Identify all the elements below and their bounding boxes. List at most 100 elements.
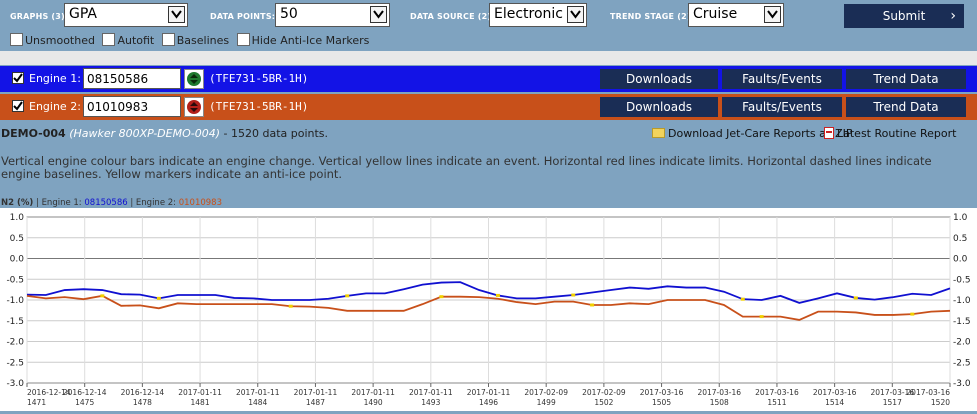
baselines-option[interactable]: Baselines [161, 33, 229, 47]
chart-svg: 1.0 1.0 0.5 0.5 0.0 0.0 -0.5 -0.5 -1.0 -1.0 -1.5 -1… [6, 213, 971, 407]
engine-swap-icon[interactable] [184, 69, 204, 89]
y-tick-label-left: 1.0 [10, 213, 25, 223]
engine-2-model: (TFE731-5BR-1H) [209, 100, 309, 113]
x-tick-date: 2017-01-11 [351, 388, 395, 397]
chart-description: Vertical engine colour bars indicate an … [1, 154, 932, 181]
x-tick-id: 1511 [767, 398, 786, 407]
chevron-down-icon [567, 6, 584, 23]
chevron-down-icon [764, 6, 781, 23]
n2-trend-chart[interactable]: 1.0 1.0 0.5 0.5 0.0 0.0 -0.5 -0.5 -1.0 -1.0 -1.5 -1… [0, 208, 977, 411]
y-tick-label-left: -2.5 [6, 358, 24, 368]
y-tick-label-left: 0.5 [10, 234, 24, 244]
engine-1-downloads-button[interactable]: Downloads [600, 69, 718, 89]
engine-2-serial-input[interactable]: 01010983 [83, 96, 181, 117]
engine-1-checkbox[interactable] [12, 72, 24, 84]
y-tick-label-left: -1.5 [6, 317, 24, 327]
options-row: Unsmoothed Autofit Baselines Hide Anti-I… [10, 33, 373, 47]
x-tick-date: 2017-02-09 [582, 388, 626, 397]
x-tick-id: 1493 [421, 398, 440, 407]
engine-1-trend-button[interactable]: Trend Data [846, 69, 966, 89]
x-tick-id: 1484 [248, 398, 267, 407]
control-bar: GRAPHS (3): GPA DATA POINTS: 50 DATA SOU… [0, 0, 977, 50]
y-tick-label-right: 0.0 [953, 255, 968, 265]
hide-anti-ice-option[interactable]: Hide Anti-Ice Markers [236, 33, 369, 47]
y-tick-label-right: 0.5 [953, 234, 967, 244]
chevron-right-icon: › [950, 8, 956, 24]
baselines-checkbox[interactable] [161, 33, 175, 46]
y-tick-label-right: -0.5 [953, 275, 971, 285]
x-tick-id: 1517 [883, 398, 902, 407]
aircraft-title: DEMO-004 (Hawker 800XP-DEMO-004) - 1520 … [1, 127, 329, 140]
x-tick-date: 2017-02-09 [524, 388, 568, 397]
y-tick-label-left: -0.5 [6, 275, 24, 285]
engine-1-serial-input[interactable]: 08150586 [83, 68, 181, 89]
graphs-select[interactable]: GPA [64, 3, 188, 27]
datasource-select[interactable]: Electronic [489, 3, 587, 27]
download-zip-link[interactable]: Download Jet-Care Reports as ZIP [652, 127, 853, 140]
y-tick-label-left: 0.0 [10, 255, 25, 265]
engine-swap-icon[interactable] [184, 97, 204, 117]
trendstage-label: TREND STAGE (2): [610, 12, 695, 21]
x-tick-id: 1520 [931, 398, 950, 407]
x-tick-date: 2017-01-11 [178, 388, 222, 397]
x-tick-id: 1478 [133, 398, 152, 407]
engine-row-1: Engine 1: 08150586 (TFE731-5BR-1H) Downl… [0, 66, 977, 92]
y-tick-label-right: -2.5 [953, 358, 971, 368]
autofit-option[interactable]: Autofit [102, 33, 154, 47]
y-tick-label-left: -2.0 [6, 338, 24, 348]
hide-anti-ice-checkbox[interactable] [236, 33, 250, 46]
trendstage-select[interactable]: Cruise [688, 3, 784, 27]
x-tick-date: 2017-01-11 [409, 388, 453, 397]
x-tick-date: 2017-03-16 [906, 388, 950, 397]
chart-legend: N2 (%) | Engine 1: 08150586 | Engine 2: … [1, 198, 222, 208]
x-tick-date: 2017-01-11 [236, 388, 280, 397]
folder-icon [652, 128, 665, 138]
x-tick-date: 2017-01-11 [294, 388, 338, 397]
submit-button[interactable]: Submit › [844, 4, 964, 28]
autofit-checkbox[interactable] [102, 33, 116, 46]
engine-2-label: Engine 2: [29, 100, 81, 113]
x-tick-id: 1475 [75, 398, 94, 407]
datapoints-select[interactable]: 50 [275, 3, 390, 27]
x-tick-date: 2016-12-14 [63, 388, 107, 397]
y-tick-label-left: -1.0 [6, 296, 24, 306]
y-tick-label-right: -1.0 [953, 296, 971, 306]
x-tick-id: 1490 [364, 398, 383, 407]
y-tick-label-right: -2.0 [953, 338, 971, 348]
x-tick-date: 2017-03-16 [697, 388, 741, 397]
y-tick-label-left: -3.0 [6, 379, 24, 389]
graphs-label: GRAPHS (3): [10, 12, 69, 21]
unsmoothed-option[interactable]: Unsmoothed [10, 33, 95, 47]
engine-2-trend-button[interactable]: Trend Data [846, 97, 966, 117]
routine-report-link[interactable]: Latest Routine Report [824, 127, 956, 140]
engine-2-downloads-button[interactable]: Downloads [600, 97, 718, 117]
engine-1-model: (TFE731-5BR-1H) [209, 72, 309, 85]
engine-1-faults-button[interactable]: Faults/Events [722, 69, 842, 89]
chevron-down-icon [168, 6, 185, 23]
x-tick-date: 2017-03-16 [755, 388, 799, 397]
engine-2-faults-button[interactable]: Faults/Events [722, 97, 842, 117]
x-tick-date: 2017-03-16 [640, 388, 684, 397]
engine-row-2: Engine 2: 01010983 (TFE731-5BR-1H) Downl… [0, 94, 977, 120]
x-tick-date: 2016-12-14 [121, 388, 165, 397]
x-tick-id: 1499 [537, 398, 556, 407]
datasource-label: DATA SOURCE (2): [410, 12, 495, 21]
x-tick-id: 1471 [27, 398, 46, 407]
y-tick-label-right: -1.5 [953, 317, 971, 327]
x-tick-id: 1502 [594, 398, 613, 407]
x-tick-id: 1496 [479, 398, 498, 407]
pdf-icon [824, 127, 834, 139]
x-tick-id: 1508 [710, 398, 729, 407]
unsmoothed-checkbox[interactable] [10, 33, 23, 46]
x-tick-id: 1514 [825, 398, 844, 407]
chevron-down-icon [370, 6, 387, 23]
x-tick-date: 2017-01-11 [467, 388, 511, 397]
separator [0, 51, 977, 65]
x-tick-id: 1505 [652, 398, 671, 407]
x-tick-date: 2017-03-16 [813, 388, 857, 397]
engine-1-label: Engine 1: [29, 72, 81, 85]
engine-2-checkbox[interactable] [12, 100, 24, 112]
datapoints-label: DATA POINTS: [210, 12, 276, 21]
y-tick-label-right: -3.0 [953, 379, 971, 389]
y-tick-label-right: 1.0 [953, 213, 968, 223]
